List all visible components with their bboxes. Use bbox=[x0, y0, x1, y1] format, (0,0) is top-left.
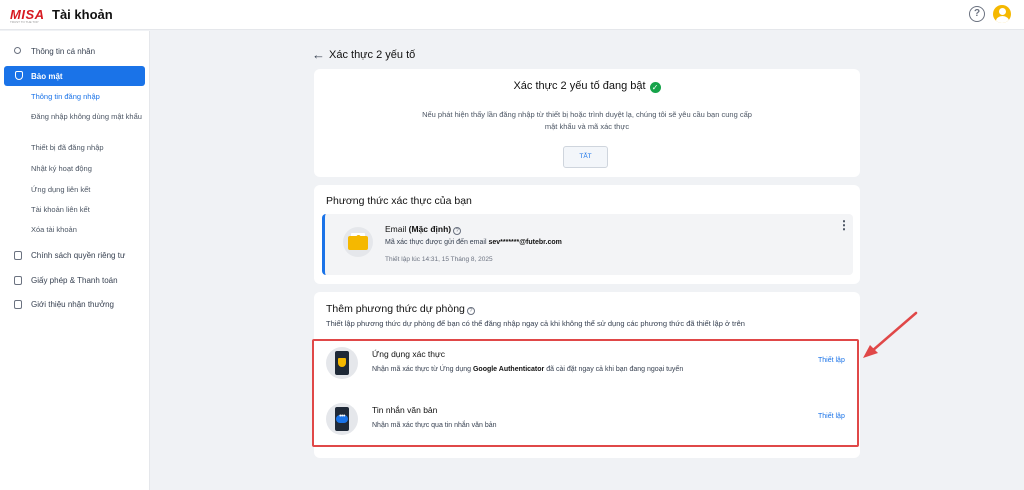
status-title: Xác thực 2 yếu tố đang bật bbox=[513, 80, 646, 92]
red-pointer-arrow-icon bbox=[863, 311, 918, 358]
check-circle-icon: ✓ bbox=[649, 82, 661, 93]
sidebar-subitem-passwordless[interactable]: Đăng nhập không dùng mật khẩu bbox=[31, 112, 143, 122]
sidebar-subitem-delete-account[interactable]: Xóa tài khoản bbox=[31, 225, 143, 235]
sidebar-item-referral[interactable]: Giới thiệu nhận thưởng bbox=[0, 295, 150, 315]
avatar-body bbox=[995, 16, 1009, 23]
status-card: Xác thực 2 yếu tố đang bật ✓ Nếu phát hiệ… bbox=[314, 69, 860, 177]
help-circle-icon[interactable]: ? bbox=[453, 227, 462, 235]
gift-icon bbox=[14, 300, 22, 309]
sidebar-item-label: Giấy phép & Thanh toán bbox=[31, 276, 118, 285]
document-icon bbox=[14, 251, 22, 260]
backup-title: Thêm phương thức dự phòng bbox=[326, 303, 465, 315]
sidebar-subitem-linked-accounts[interactable]: Tài khoản liên kết bbox=[31, 205, 143, 215]
sidebar-item-label: Bảo mật bbox=[31, 72, 63, 81]
sidebar-item-label: Chính sách quyền riêng tư bbox=[31, 251, 126, 260]
sidebar-item-personal-info[interactable]: Thông tin cá nhân bbox=[0, 42, 150, 62]
avatar-head bbox=[998, 8, 1006, 15]
sidebar-subitem-devices[interactable]: Thiết bị đã đăng nhập bbox=[31, 143, 143, 153]
backup-title-row: Thêm phương thức dự phòng? bbox=[326, 303, 475, 315]
methods-title: Phương thức xác thực của bạn bbox=[326, 195, 472, 207]
sidebar-item-security[interactable]: Bảo mật bbox=[4, 66, 145, 86]
method-email: sev*******@futebr.com bbox=[488, 239, 562, 246]
person-icon bbox=[14, 47, 21, 54]
methods-card: Phương thức xác thực của bạn Email (Mặc … bbox=[314, 185, 860, 284]
question-circle-icon[interactable]: ? bbox=[969, 6, 985, 22]
help-circle-icon[interactable]: ? bbox=[466, 307, 475, 315]
sidebar-subitem-login-info[interactable]: Thông tin đăng nhập bbox=[31, 92, 143, 102]
method-name-text: Email bbox=[385, 224, 407, 234]
sidebar-item-privacy[interactable]: Chính sách quyền riêng tư bbox=[0, 246, 150, 266]
user-avatar-icon[interactable] bbox=[993, 5, 1011, 23]
sidebar-subitem-activity-log[interactable]: Nhật ký hoạt động bbox=[31, 164, 143, 174]
sidebar-item-label: Giới thiệu nhận thưởng bbox=[31, 300, 115, 309]
license-icon bbox=[14, 276, 22, 285]
method-default-tag: (Mặc định) bbox=[408, 224, 452, 234]
page-title: Xác thực 2 yếu tố bbox=[329, 49, 416, 61]
arrow-left-icon[interactable]: ← bbox=[312, 47, 325, 62]
email-envelope-icon bbox=[343, 227, 373, 257]
status-description: Nếu phát hiện thấy lần đăng nhập từ thiế… bbox=[422, 110, 752, 131]
method-name: Email (Mặc định)? bbox=[385, 224, 462, 235]
method-setup-time: Thiết lập lúc 14:31, 15 Tháng 8, 2025 bbox=[385, 256, 493, 263]
method-description: Mã xác thực được gửi đến email sev******… bbox=[385, 239, 562, 246]
status-title-row: Xác thực 2 yếu tố đang bật ✓ bbox=[314, 80, 860, 93]
annotation-highlight-box bbox=[312, 339, 859, 447]
logo-tagline: TRUST TO THE TOP bbox=[10, 20, 39, 24]
sidebar-item-license-billing[interactable]: Giấy phép & Thanh toán bbox=[0, 271, 150, 291]
email-method-item: Email (Mặc định)? Mã xác thực được gửi đ… bbox=[322, 214, 853, 275]
top-bar: MISA TRUST TO THE TOP Tài khoản ? bbox=[0, 0, 1024, 30]
sidebar-item-label: Thông tin cá nhân bbox=[31, 47, 96, 56]
envelope-badge bbox=[356, 235, 361, 240]
backup-subtitle: Thiết lập phương thức dự phòng để bạn có… bbox=[326, 319, 745, 328]
app-title: Tài khoản bbox=[52, 7, 113, 22]
more-vertical-icon[interactable]: ⋮ bbox=[838, 219, 850, 237]
shield-icon bbox=[15, 71, 23, 80]
method-desc-prefix: Mã xác thực được gửi đến email bbox=[385, 239, 487, 246]
sidebar-subitem-linked-apps[interactable]: Ứng dụng liên kết bbox=[31, 185, 143, 195]
sidebar: Thông tin cá nhân Bảo mật Thông tin đăng… bbox=[0, 31, 150, 490]
turn-off-button[interactable]: TẮT bbox=[563, 146, 608, 168]
